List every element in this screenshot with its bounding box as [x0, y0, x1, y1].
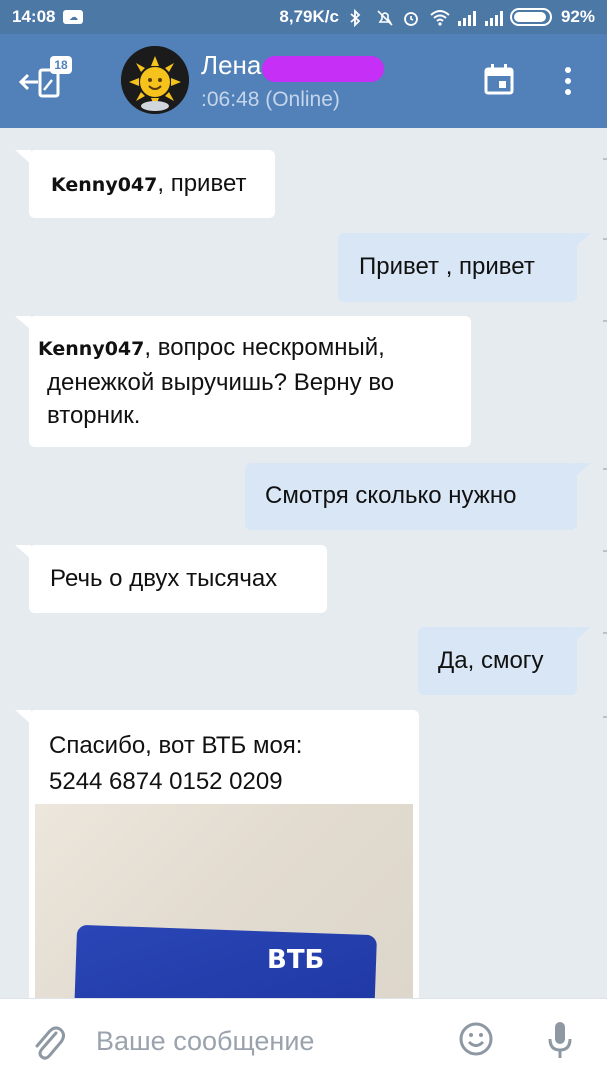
message-text-line: денежкой выручишь? Верну во — [47, 369, 395, 396]
name-redaction — [262, 56, 384, 82]
message-text: Привет , привет — [359, 253, 535, 280]
message-bubble-outgoing[interactable]: Привет , привет — [338, 233, 591, 302]
unread-badge: 18 — [50, 56, 72, 74]
mention[interactable]: Kenny047 — [51, 174, 157, 196]
alarm-icon — [402, 9, 420, 26]
message-text: Речь о двух тысячах — [50, 565, 278, 592]
message-bubble-outgoing[interactable]: Смотря сколько нужно — [245, 463, 591, 530]
back-button[interactable]: 18 — [18, 56, 74, 106]
chat-edge — [603, 158, 607, 718]
attach-button[interactable] — [30, 1021, 66, 1061]
photo-attachment[interactable]: ВТБ — [35, 804, 413, 998]
status-time: 14:08 — [12, 7, 56, 26]
paperclip-icon — [35, 1026, 65, 1060]
message-text-line: 5244 6874 0152 0209 — [49, 768, 283, 795]
message-bubble-incoming[interactable]: Kenny047, вопрос нескромный, денежкой вы… — [15, 316, 471, 447]
wifi-icon — [429, 9, 450, 26]
message-bubble-incoming[interactable]: Kenny047, привет — [15, 150, 275, 218]
message-text-line: вторник. — [47, 402, 141, 429]
message-text-line: , вопрос нескромный, — [144, 334, 385, 361]
bluetooth-icon — [348, 8, 366, 28]
card-logo: ВТБ — [267, 945, 325, 975]
cloud-icon: ☁ — [63, 10, 84, 24]
more-button[interactable] — [556, 64, 580, 100]
battery-icon — [509, 8, 552, 26]
status-bar: 14:08 ☁ 8,79K/c 92% — [0, 0, 607, 34]
bank-card-image — [72, 924, 378, 998]
message-input[interactable] — [96, 1023, 436, 1059]
message-text: Да, смогу — [438, 647, 544, 674]
signal-icon — [456, 9, 476, 26]
message-composer — [0, 998, 607, 1080]
message-bubble-incoming[interactable]: Речь о двух тысячах — [15, 545, 327, 613]
mute-icon — [375, 9, 393, 26]
signal-icon-2 — [483, 9, 503, 26]
battery-percent: 92% — [560, 7, 595, 26]
calendar-button[interactable] — [481, 62, 517, 98]
chat-header: 18 Лена :06:48 (Online) — [0, 34, 607, 128]
microphone-icon — [548, 1022, 572, 1058]
voice-button[interactable] — [546, 1019, 574, 1061]
contact-name[interactable]: Лена — [201, 50, 261, 81]
network-speed: 8,79K/c — [279, 7, 339, 26]
message-text-line: Спасибо, вот ВТБ моя: — [49, 732, 303, 759]
message-text: Смотря сколько нужно — [265, 482, 517, 509]
calendar-icon — [484, 64, 514, 95]
message-text: , привет — [157, 170, 247, 197]
status-indicators: 8,79K/c 92% — [279, 7, 595, 28]
mention[interactable]: Kenny047 — [38, 338, 144, 360]
avatar[interactable] — [121, 46, 189, 114]
contact-status: :06:48 (Online) — [201, 88, 340, 111]
emoji-button[interactable] — [458, 1021, 494, 1057]
message-bubble-incoming[interactable]: Спасибо, вот ВТБ моя: 5244 6874 0152 020… — [15, 710, 419, 998]
emoji-icon — [459, 1022, 493, 1056]
more-vertical-icon — [565, 67, 571, 95]
message-bubble-outgoing[interactable]: Да, смогу — [418, 627, 591, 695]
message-list[interactable]: Kenny047, привет Привет , привет Kenny04… — [0, 128, 607, 998]
